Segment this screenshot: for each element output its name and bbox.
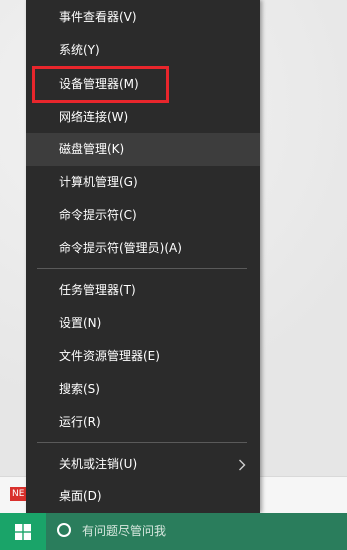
menu-item-label: 关机或注销(U)	[59, 457, 138, 471]
windows-logo-icon	[15, 523, 31, 540]
menu-item-run[interactable]: 运行(R)	[26, 406, 260, 439]
menu-item-disk-management[interactable]: 磁盘管理(K)	[26, 133, 260, 166]
search-placeholder: 有问题尽管问我	[82, 524, 167, 538]
menu-item-network-connections[interactable]: 网络连接(W)	[26, 101, 260, 134]
cortana-search-box[interactable]: 有问题尽管问我	[46, 513, 347, 550]
chevron-right-icon	[236, 448, 248, 481]
red-annotation-box	[32, 66, 169, 103]
start-button[interactable]	[0, 513, 46, 550]
menu-item-computer-management[interactable]: 计算机管理(G)	[26, 166, 260, 199]
menu-item-command-prompt-admin[interactable]: 命令提示符(管理员)(A)	[26, 232, 260, 265]
menu-item-event-viewer[interactable]: 事件查看器(V)	[26, 1, 260, 34]
menu-separator	[37, 268, 247, 269]
menu-item-file-explorer[interactable]: 文件资源管理器(E)	[26, 340, 260, 373]
menu-item-command-prompt[interactable]: 命令提示符(C)	[26, 199, 260, 232]
menu-item-task-manager[interactable]: 任务管理器(T)	[26, 274, 260, 307]
menu-item-shutdown-signout[interactable]: 关机或注销(U)	[26, 448, 260, 481]
menu-separator	[37, 442, 247, 443]
taskbar: 有问题尽管问我	[0, 513, 347, 550]
menu-item-search[interactable]: 搜索(S)	[26, 373, 260, 406]
menu-item-desktop[interactable]: 桌面(D)	[26, 480, 260, 513]
menu-item-settings[interactable]: 设置(N)	[26, 307, 260, 340]
menu-item-system[interactable]: 系统(Y)	[26, 34, 260, 67]
cortana-ring-icon	[57, 523, 71, 537]
